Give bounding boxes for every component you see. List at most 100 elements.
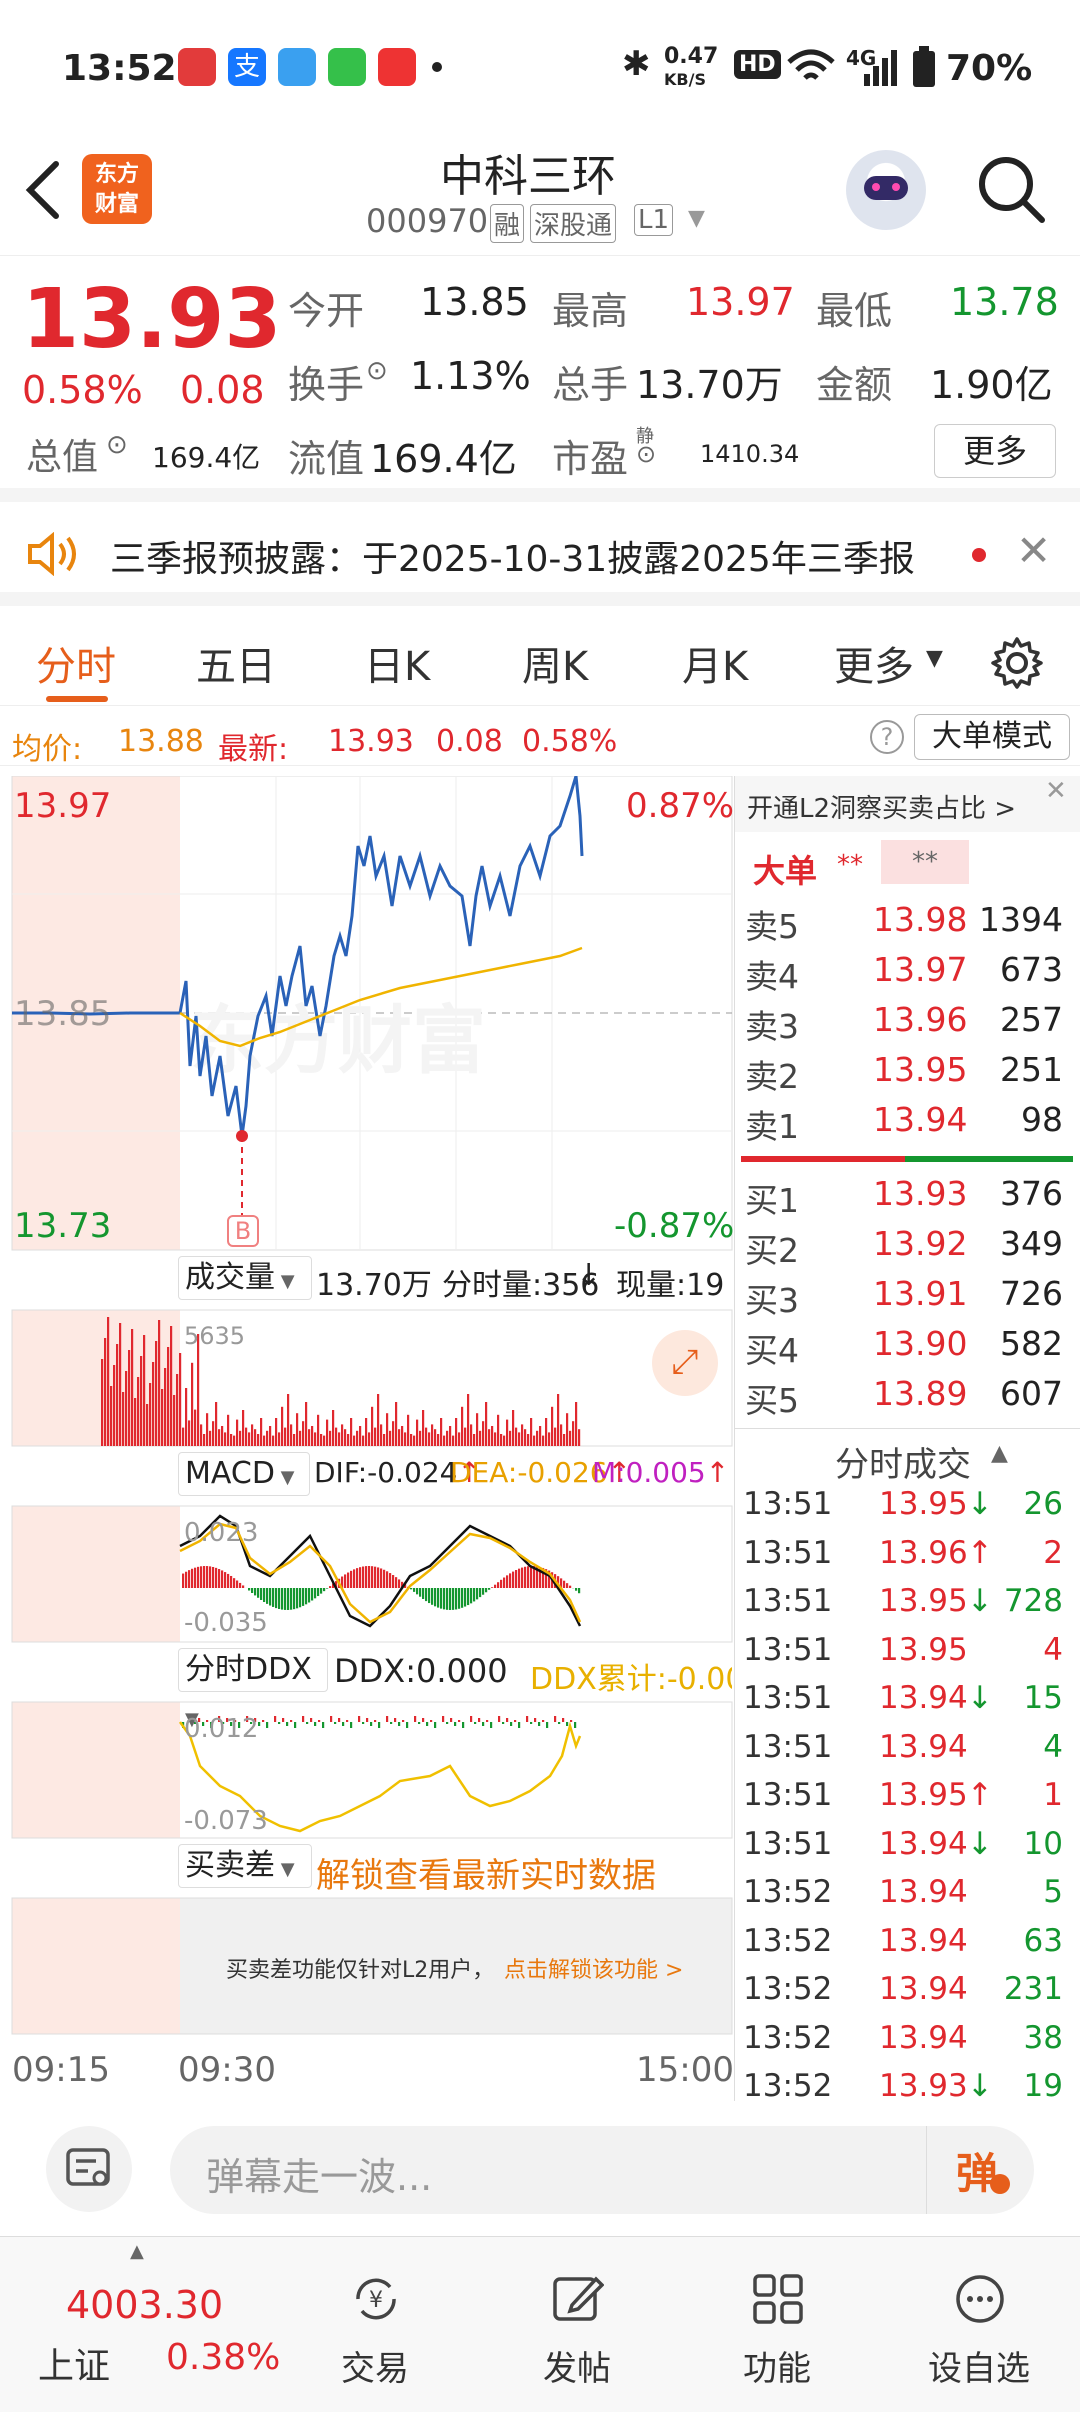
back-arrow-icon[interactable] [22, 160, 62, 220]
index-ticker[interactable]: ▲ 4003.30 上证 0.38% [0, 2237, 290, 2413]
macd-bar [428, 1588, 430, 1603]
tab-daily-k[interactable]: 日K [364, 634, 430, 692]
trade-time: 13:51 [743, 1826, 832, 1862]
code-dropdown-icon[interactable]: ▼ [688, 206, 705, 231]
ask-row[interactable]: 卖313.96257 [735, 1000, 1075, 1048]
ddx-indicator-select[interactable]: 分时DDX ▼ [178, 1648, 328, 1692]
functions-button[interactable]: 功能 [712, 2237, 842, 2413]
spread-indicator-select[interactable]: 买卖差 ▼ [178, 1844, 312, 1888]
macd-bar [194, 1568, 196, 1588]
spread-unlock-button[interactable]: 点击解锁该功能 > [504, 1952, 683, 1984]
info-dots-icon[interactable]: ⊙ [366, 356, 388, 386]
volume-bar [515, 1428, 517, 1446]
volume-bar [479, 1431, 481, 1446]
ask-row[interactable]: 卖513.981394 [735, 900, 1075, 948]
ddx-bar [490, 1722, 492, 1728]
notice-bar[interactable]: 三季报预披露：于2025-10-31披露2025年三季报 ✕ [0, 502, 1080, 606]
l2-promo[interactable]: 开通L2洞察买卖占比 > ✕ [735, 776, 1080, 832]
more-dropdown-icon: ▼ [926, 646, 943, 671]
volume-bar [473, 1434, 475, 1446]
trade-row: 13:5113.95↓26 [735, 1486, 1075, 1534]
spread-unlock-link[interactable]: 解锁查看最新实时数据 [316, 1848, 656, 1897]
robot-avatar[interactable] [846, 150, 926, 230]
trade-time: 13:51 [743, 1632, 832, 1668]
ddx-bar [346, 1720, 348, 1722]
ask-row[interactable]: 卖413.97673 [735, 950, 1075, 998]
volume-bar [134, 1398, 136, 1446]
macd-bar [578, 1588, 580, 1593]
tab-monthly-k[interactable]: 月K [682, 634, 748, 692]
volume-bar [233, 1436, 235, 1446]
macd-bar [464, 1588, 466, 1607]
ddx-bar [334, 1722, 336, 1724]
info-dots-icon[interactable]: ⊙ [636, 440, 656, 468]
ddx-bar [502, 1722, 504, 1724]
danmu-settings-button[interactable] [46, 2126, 132, 2212]
post-button[interactable]: 发帖 [512, 2237, 642, 2413]
ddx-pre-shade [12, 1702, 180, 1838]
danmu-check-icon [990, 2174, 1010, 2194]
ask-row[interactable]: 卖113.9498 [735, 1100, 1075, 1148]
macd-bar [512, 1572, 514, 1588]
tab-weekly-k[interactable]: 周K [522, 634, 588, 692]
volume-bar [308, 1429, 310, 1446]
macd-bar [233, 1578, 235, 1588]
tab-intraday[interactable]: 分时 [36, 634, 116, 692]
bid-row[interactable]: 买313.91726 [735, 1274, 1075, 1322]
trade-button[interactable]: ¥ 交易 [310, 2237, 440, 2413]
search-icon[interactable] [976, 154, 1048, 226]
close-icon[interactable]: ✕ [1016, 526, 1051, 575]
big-order-mode-button[interactable]: 大单模式 [914, 714, 1070, 760]
close-icon[interactable]: ✕ [1045, 776, 1067, 806]
volume-bar [470, 1424, 472, 1446]
volume-bar [260, 1418, 262, 1446]
volume-bar [383, 1434, 385, 1446]
add-watchlist-button[interactable]: 设自选 [914, 2237, 1044, 2413]
volume-bar [167, 1347, 169, 1446]
macd-bar [431, 1588, 433, 1605]
danmu-input[interactable]: 弹幕走一波... 弹 [170, 2126, 1034, 2214]
tab-five-day[interactable]: 五日 [196, 634, 276, 692]
bid-row[interactable]: 买213.92349 [735, 1224, 1075, 1272]
tab-more[interactable]: 更多 [834, 634, 914, 692]
trade-price: 13.94 [879, 1680, 968, 1716]
volume-bar [269, 1426, 271, 1446]
volume-sort-icon[interactable]: ↓ [576, 1258, 601, 1293]
bid-row[interactable]: 买513.89607 [735, 1374, 1075, 1422]
volume-bar [530, 1418, 532, 1446]
ddx-bar [442, 1716, 444, 1722]
volume-bar [116, 1344, 118, 1446]
macd-bar [566, 1583, 568, 1588]
avg-label: 均价: [12, 724, 82, 768]
trade-time: 13:51 [743, 1583, 832, 1619]
help-icon[interactable]: ? [870, 720, 904, 754]
macd-bar [386, 1571, 388, 1588]
macd-bar [293, 1588, 295, 1609]
volume-bar [506, 1420, 508, 1446]
ddx-bar [310, 1718, 312, 1722]
trades-header[interactable]: 分时成交 ▲ [735, 1428, 1080, 1478]
settings-gear-icon[interactable] [990, 636, 1044, 690]
danmu-send-button[interactable]: 弹 [956, 2140, 998, 2201]
macd-bar [395, 1577, 397, 1588]
more-button[interactable]: 更多 [934, 424, 1056, 478]
volume-indicator-select[interactable]: 成交量 ▼ [178, 1256, 312, 1300]
macd-bar [449, 1588, 451, 1610]
bid-row[interactable]: 买413.90582 [735, 1324, 1075, 1372]
volume-bar [161, 1389, 163, 1446]
collapse-arrow-icon[interactable]: ▲ [991, 1441, 1008, 1466]
pe-label: 市盈 [552, 428, 628, 483]
volume-bar [110, 1386, 112, 1446]
volume-bar [191, 1363, 193, 1446]
volume-bar [566, 1413, 568, 1446]
bid-row[interactable]: 买113.93376 [735, 1174, 1075, 1222]
macd-indicator-select[interactable]: MACD ▼ [178, 1452, 310, 1496]
expand-icon[interactable]: ⤢ [652, 1330, 718, 1396]
eastmoney-logo[interactable]: 东方财富 [82, 154, 152, 224]
ddx-bar [286, 1722, 288, 1726]
ask-row[interactable]: 卖213.95251 [735, 1050, 1075, 1098]
l2-promo-link[interactable]: 开通L2洞察买卖占比 > [747, 788, 1016, 825]
info-dots-icon[interactable]: ⊙ [106, 430, 128, 460]
bottom-toolbar: ▲ 4003.30 上证 0.38% ¥ 交易 发帖 功能 设自选 [0, 2236, 1080, 2412]
net-speed: 0.47 [664, 46, 718, 68]
